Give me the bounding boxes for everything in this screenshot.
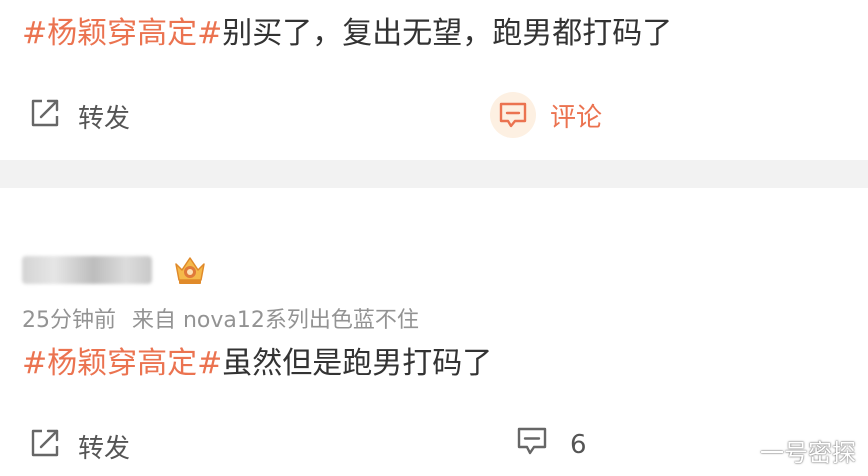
share-button[interactable]: 转发 [28,96,130,137]
comment-label: 评论 [550,102,603,133]
post-body: 虽然但是跑男打码了 [222,346,493,381]
share-icon [28,426,62,467]
comment-button[interactable]: 6 [516,426,587,463]
hashtag-link[interactable]: #杨颖穿高定# [22,346,222,381]
post-text: #杨颖穿高定#别买了，复出无望，跑男都打码了 [22,16,672,52]
comment-count: 6 [570,429,587,460]
hashtag-link[interactable]: #杨颖穿高定# [22,16,222,51]
comment-icon [490,92,536,138]
post-time: 25分钟前 [22,308,116,333]
comment-icon [516,426,548,463]
comment-button[interactable]: 评论 [490,92,602,138]
post-body: 别买了，复出无望，跑男都打码了 [222,16,673,51]
post-card-1: #杨颖穿高定#别买了，复出无望，跑男都打码了 转发 评论 [0,0,868,160]
post-card-2: 25分钟前 来自 nova12系列出色蓝不住 #杨颖穿高定#虽然但是跑男打码了 转… [0,188,868,476]
username-blurred[interactable] [22,256,152,284]
post-meta: 25分钟前 来自 nova12系列出色蓝不住 [22,302,419,334]
share-button[interactable]: 转发 [28,426,130,467]
watermark-text: 一号密探 [760,439,856,467]
share-icon [28,96,62,137]
post-source: 来自 nova12系列出色蓝不住 [132,308,419,333]
share-label: 转发 [78,104,131,134]
crown-badge-icon [170,252,210,288]
post-text: #杨颖穿高定#虽然但是跑男打码了 [22,346,492,382]
share-label: 转发 [78,434,131,464]
user-row [22,252,210,288]
post-divider [0,160,868,188]
